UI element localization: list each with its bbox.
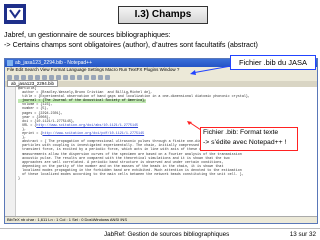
undo-icon[interactable] [70, 74, 75, 80]
code-content[interactable]: @article{ author = {Bradley-Wessely,Brun… [16, 87, 317, 217]
tab-bib-file[interactable]: ab_jasa123_2294.bib [7, 80, 59, 87]
status-bar: BibTeX nb char : 1,611 Ln : 1 Col : 1 Se… [5, 216, 317, 223]
code-header: @article{ author = {Bradley-Wessely,Brun… [18, 87, 250, 100]
code-middle: }, eprint = { [22, 127, 43, 137]
callout-line-1: Fichier .bib: Format texte [203, 129, 279, 136]
callout-line-2: -> s’édite avec Notepad++ ! [203, 139, 287, 146]
blue-arrow [190, 65, 232, 75]
save-all-icon[interactable] [28, 74, 33, 80]
print-icon[interactable] [42, 74, 47, 80]
copy-icon[interactable] [56, 74, 61, 80]
code-editor[interactable]: @article{ author = {Bradley-Wessely,Brun… [5, 87, 317, 217]
zoom-out-icon[interactable] [105, 74, 110, 80]
page-number: 13 sur 32 [289, 231, 316, 238]
find-icon[interactable] [84, 74, 89, 80]
university-logo [4, 4, 26, 24]
slide-title: I.3) Champs [118, 6, 208, 24]
bib-file-callout: Fichier .bib du JASA [230, 55, 316, 70]
footer-text: JabRef: Gestion de sources bibliographiq… [104, 231, 230, 238]
subtitle-line-1: Jabref, un gestionnaire de sources bibli… [4, 30, 171, 39]
new-file-icon[interactable] [7, 74, 12, 80]
zoom-in-icon[interactable] [98, 74, 103, 80]
subtitle-line-2: -> Certains champs sont obligatoires (au… [4, 40, 258, 49]
text-format-callout: Fichier .bib: Format texte -> s’édite av… [200, 127, 298, 151]
slide-footer: JabRef: Gestion de sources bibliographiq… [0, 229, 320, 240]
replace-icon[interactable] [91, 74, 96, 80]
line-number-gutter [5, 87, 16, 217]
open-file-icon[interactable] [14, 74, 19, 80]
window-title: ab_jasa123_2294.bib - Notepad++ [15, 60, 93, 66]
cut-icon[interactable] [49, 74, 54, 80]
url-link[interactable]: http://www.scitation.org/doi/abs/10.1121… [36, 124, 138, 128]
redo-icon[interactable] [77, 74, 82, 80]
slide-subtitle: Jabref, un gestionnaire de sources bibli… [4, 30, 316, 50]
save-icon[interactable] [21, 74, 26, 80]
eprint-link[interactable]: http://www.scitation.org/doi/pdf/10.1121… [42, 132, 144, 136]
app-icon [7, 60, 13, 66]
paste-icon[interactable] [63, 74, 68, 80]
close-file-icon[interactable] [35, 74, 40, 80]
